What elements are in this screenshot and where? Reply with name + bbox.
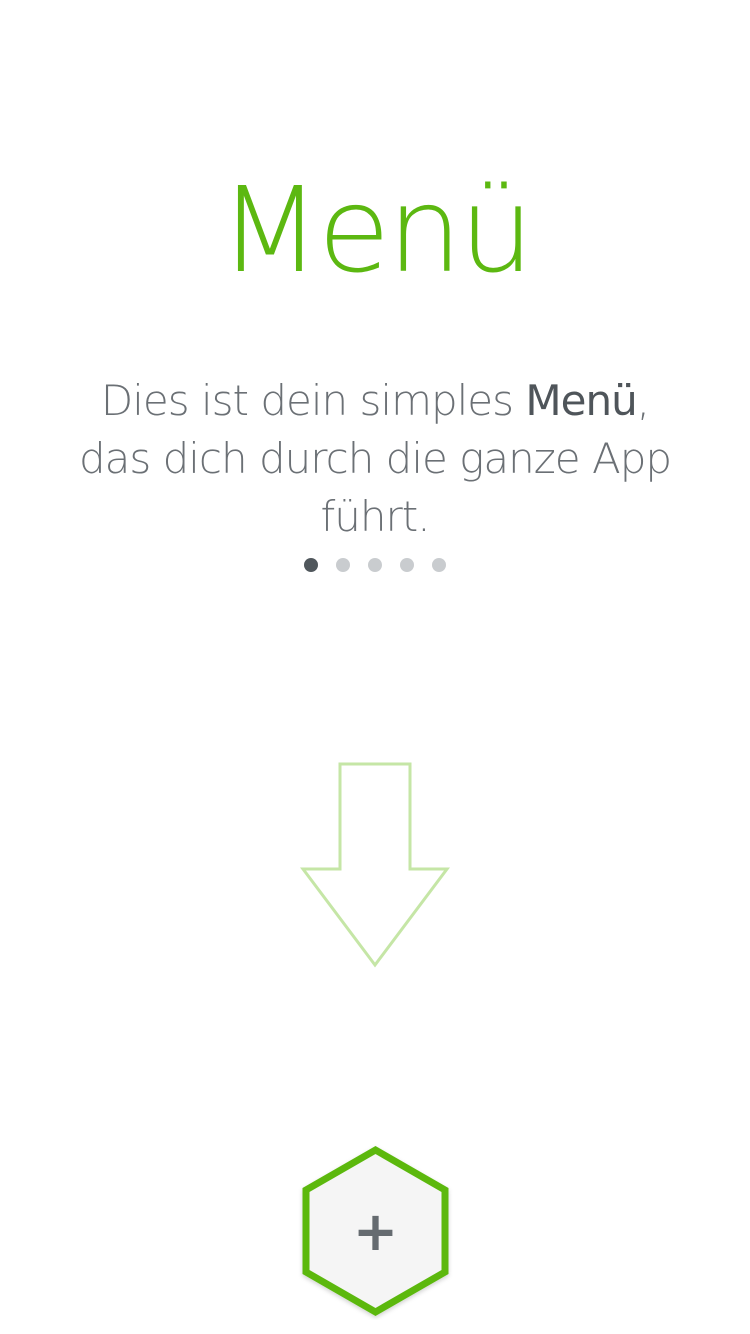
page-dot-5[interactable]	[432, 558, 446, 572]
onboarding-description: Dies ist dein simples Menü, das dich dur…	[60, 372, 690, 546]
description-text-start: Dies ist dein simples	[100, 376, 526, 425]
add-menu-button[interactable]: +	[298, 1142, 453, 1320]
page-indicator	[0, 558, 750, 572]
page-dot-4[interactable]	[400, 558, 414, 572]
page-title: Menü	[219, 161, 534, 299]
plus-icon: +	[352, 1199, 399, 1263]
page-dot-1[interactable]	[304, 558, 318, 572]
description-highlight: Menü	[525, 376, 637, 425]
page-dot-2[interactable]	[336, 558, 350, 572]
arrow-down-icon	[300, 762, 450, 968]
page-dot-3[interactable]	[368, 558, 382, 572]
